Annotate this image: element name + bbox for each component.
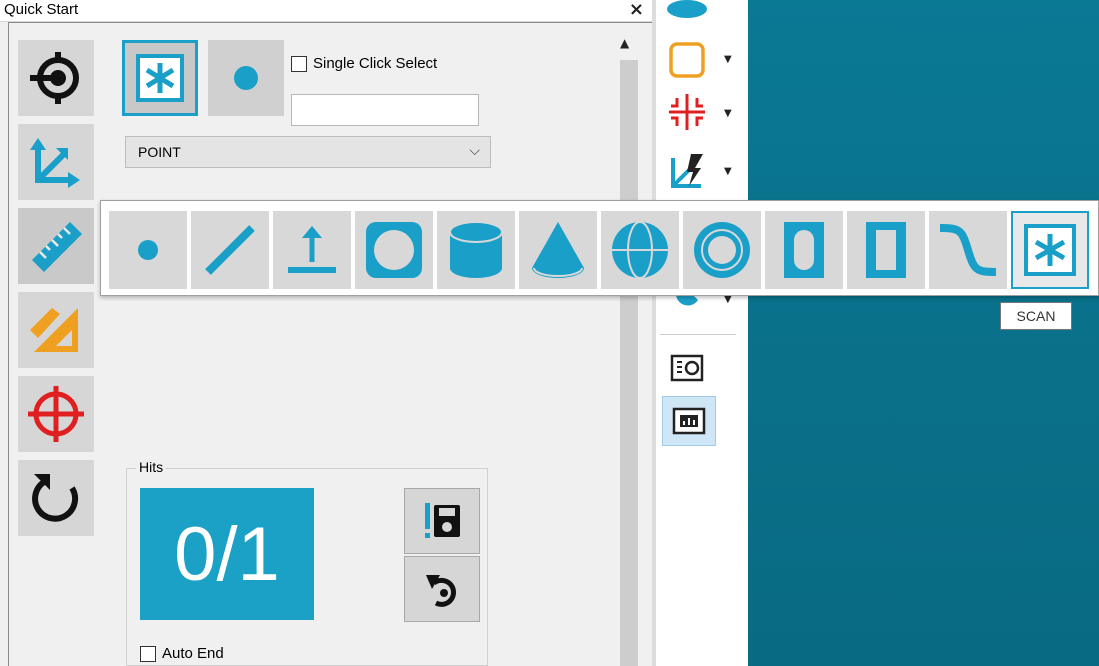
scroll-up-icon[interactable]: ▲ xyxy=(620,36,629,50)
flyout-point-button[interactable] xyxy=(109,211,187,289)
auto-end-option[interactable]: Auto End xyxy=(140,645,224,662)
panel-title: Quick Start xyxy=(4,1,79,18)
scan-asterisk-icon xyxy=(1024,224,1076,276)
single-click-select-option[interactable]: Single Click Select xyxy=(291,55,437,72)
flyout-sphere-button[interactable] xyxy=(601,211,679,289)
toolbar-stats-button[interactable] xyxy=(662,396,716,446)
cone-icon xyxy=(532,222,584,278)
asterisk-box-icon xyxy=(136,54,184,102)
toolbar-cylinder-button[interactable] xyxy=(662,0,712,28)
flyout-cylinder-button[interactable] xyxy=(437,211,515,289)
flyout-line-button[interactable] xyxy=(191,211,269,289)
sphere-icon xyxy=(612,221,668,279)
flyout-rectangle-button[interactable] xyxy=(847,211,925,289)
flyout-plane-button[interactable] xyxy=(273,211,351,289)
auto-end-label: Auto End xyxy=(162,645,224,662)
construct-icon xyxy=(30,308,78,352)
crosshair-button[interactable] xyxy=(18,376,94,452)
alignment-button[interactable] xyxy=(18,124,94,200)
stats-icon xyxy=(672,407,706,435)
chevron-down-icon: ⌵ xyxy=(469,143,480,159)
close-icon[interactable]: × xyxy=(629,0,644,20)
auto-end-checkbox[interactable] xyxy=(140,645,156,662)
reset-icon xyxy=(32,474,79,522)
report-icon xyxy=(670,354,704,382)
curve-icon xyxy=(939,224,997,276)
chevron-down-icon[interactable]: ▼ xyxy=(724,166,732,177)
chevron-down-icon[interactable]: ▼ xyxy=(724,54,732,65)
orange-circle-icon xyxy=(669,42,705,78)
cylinder-icon xyxy=(667,0,707,18)
probe-icon xyxy=(30,52,79,104)
panel-scrollbar[interactable]: ▲ xyxy=(618,36,640,666)
flyout-circle-button[interactable] xyxy=(355,211,433,289)
alignment-icon xyxy=(30,138,80,188)
save-icon xyxy=(425,503,460,538)
panel-titlebar: Quick Start × xyxy=(0,0,652,22)
scan-select-button[interactable] xyxy=(122,40,198,116)
line-icon xyxy=(205,225,255,275)
construct-button[interactable] xyxy=(18,292,94,368)
measure-flyout xyxy=(100,200,1099,296)
toolbar-divider xyxy=(652,0,656,666)
flyout-slot-button[interactable] xyxy=(765,211,843,289)
flyout-scan-button[interactable] xyxy=(1011,211,1089,289)
rectangle-icon xyxy=(866,222,906,278)
toolbar-report-button[interactable] xyxy=(662,346,712,390)
flyout-curve-button[interactable] xyxy=(929,211,1007,289)
measure-button[interactable] xyxy=(18,208,94,284)
plane-icon xyxy=(288,226,336,273)
quick-start-panel: Quick Start × Single Click Select POINT … xyxy=(0,0,652,666)
point-icon xyxy=(234,66,258,90)
feature-type-value: POINT xyxy=(138,144,181,160)
slot-icon xyxy=(784,222,824,278)
point-select-button[interactable] xyxy=(208,40,284,116)
point-icon xyxy=(138,240,158,260)
single-click-label: Single Click Select xyxy=(313,55,438,72)
scan-tooltip: SCAN xyxy=(1000,302,1072,330)
ruler-icon xyxy=(32,222,82,272)
feature-type-dropdown[interactable]: POINT ⌵ xyxy=(125,136,491,168)
graphics-viewport[interactable] xyxy=(748,0,1099,666)
cylinder-icon xyxy=(449,221,503,278)
torus-icon xyxy=(694,222,750,278)
hits-counter: 0/1 xyxy=(140,488,314,620)
flyout-cone-button[interactable] xyxy=(519,211,597,289)
probe-button[interactable] xyxy=(18,40,94,116)
undo-icon xyxy=(426,575,456,607)
flyout-torus-button[interactable] xyxy=(683,211,761,289)
app-root: ▼ ▼ ▼ ▼ Quick Start × Single Click Selec… xyxy=(0,0,1099,666)
crosshair-icon xyxy=(28,386,84,442)
hits-label: Hits xyxy=(136,459,167,475)
quick-align-icon xyxy=(671,154,703,188)
red-crosshair-frame-icon xyxy=(669,94,705,130)
toolbar-quick-align-button[interactable] xyxy=(662,150,712,194)
toolbar-circle-button[interactable] xyxy=(662,38,712,82)
toolbar-separator xyxy=(660,334,736,335)
undo-hit-button[interactable] xyxy=(404,556,480,622)
reset-button[interactable] xyxy=(18,460,94,536)
circle-icon xyxy=(366,222,422,278)
single-click-checkbox[interactable] xyxy=(291,55,307,72)
done-save-button[interactable] xyxy=(404,488,480,554)
toolbar-construct-button[interactable] xyxy=(662,90,712,134)
scroll-thumb[interactable] xyxy=(620,60,638,666)
feature-name-input[interactable] xyxy=(291,94,479,126)
chevron-down-icon[interactable]: ▼ xyxy=(724,108,732,119)
